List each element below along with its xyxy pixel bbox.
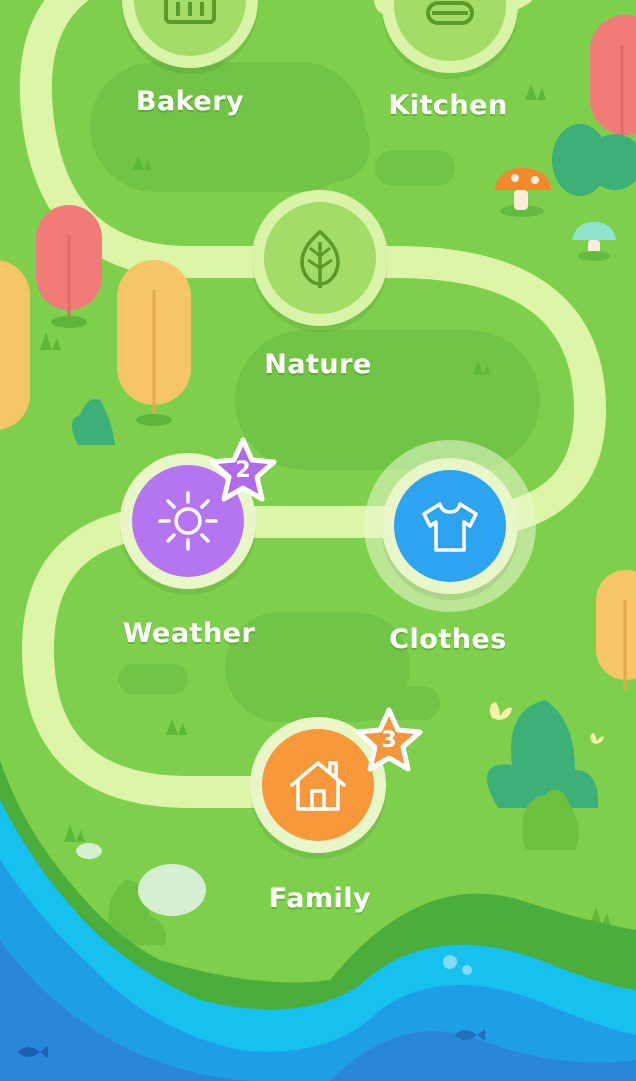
lesson-label-nature: Nature (264, 349, 372, 380)
bread-icon (164, 0, 216, 24)
stars-count: 2 (235, 458, 251, 483)
house-icon (290, 761, 346, 811)
lesson-label-clothes: Clothes (389, 624, 507, 655)
lesson-node-clothes[interactable] (364, 440, 536, 612)
stars-badge-family: 3 (354, 706, 424, 776)
lesson-node-nature[interactable] (252, 190, 388, 326)
tshirt-icon (422, 502, 478, 552)
lesson-label-bakery: Bakery (135, 86, 245, 117)
lesson-label-kitchen: Kitchen (388, 90, 508, 121)
stars-count: 3 (381, 728, 397, 753)
lesson-label-weather: Weather (122, 618, 256, 649)
stars-badge-weather: 2 (208, 436, 278, 506)
lesson-label-family: Family (268, 883, 372, 914)
leaf-icon (300, 229, 340, 288)
pot-icon (426, 1, 474, 25)
lesson-map-screen: Bakery Kitchen Nature 2 Weather Clothes … (0, 0, 636, 1081)
map-background (0, 0, 636, 1081)
